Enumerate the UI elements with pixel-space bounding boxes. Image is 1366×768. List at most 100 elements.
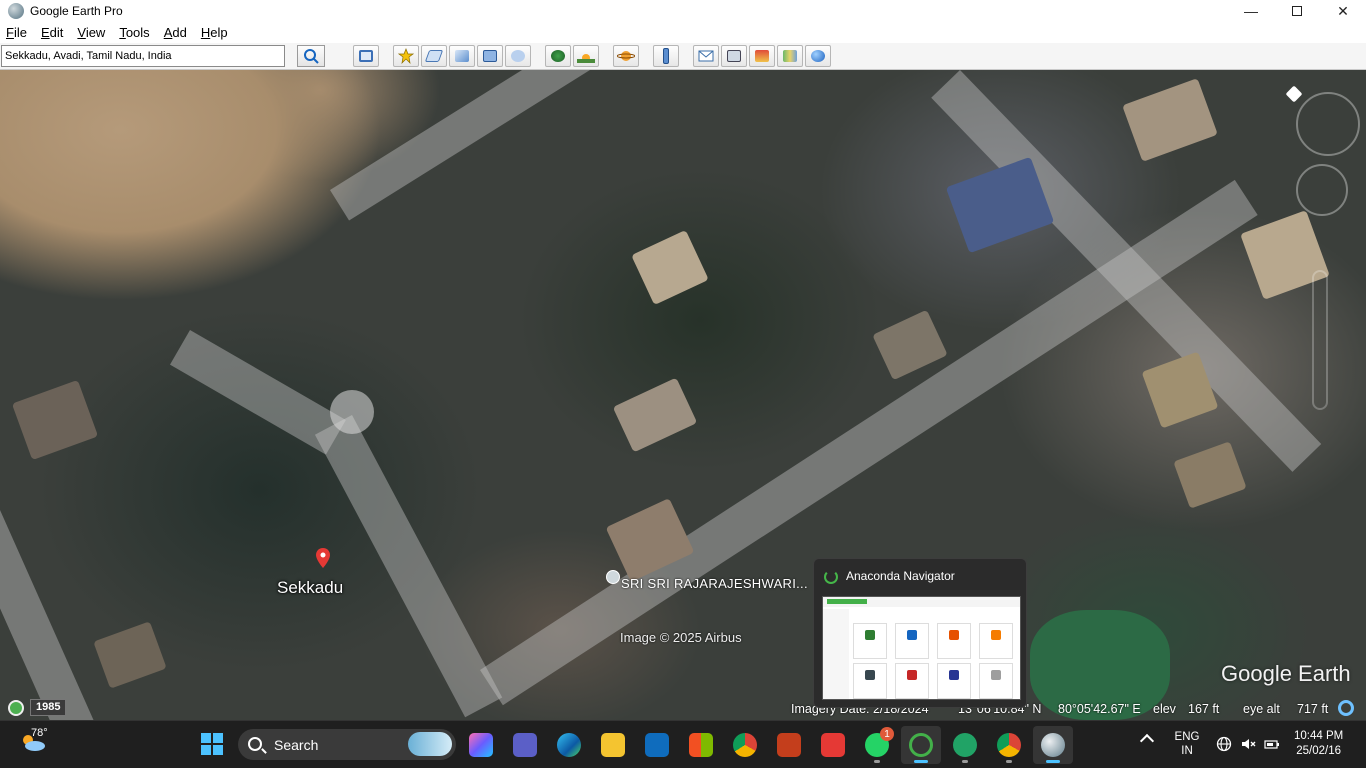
toggle-sidebar-button[interactable]	[353, 45, 379, 67]
whatsapp-notification-badge: 1	[880, 727, 894, 741]
printer-icon	[727, 50, 741, 62]
taskbar-file-explorer[interactable]	[593, 726, 633, 764]
placemark-label[interactable]: Sekkadu	[277, 578, 343, 598]
menu-help[interactable]: Help	[201, 25, 228, 40]
sunlight-button[interactable]	[573, 45, 599, 67]
road	[330, 70, 892, 221]
powerpoint-icon	[777, 733, 801, 757]
thumbnail-app-card	[895, 623, 929, 659]
record-tour-button[interactable]	[505, 45, 531, 67]
taskbar-store[interactable]	[681, 726, 721, 764]
taskbar-copilot[interactable]	[461, 726, 501, 764]
planet-icon	[617, 51, 635, 61]
add-placemark-button[interactable]	[393, 45, 419, 67]
running-indicator	[874, 760, 880, 763]
anaconda-logo	[827, 599, 867, 604]
navigation-compass[interactable]	[1296, 92, 1360, 156]
road	[314, 415, 503, 718]
wps-office-icon	[821, 733, 845, 757]
search-button[interactable]	[297, 45, 325, 67]
ruler-button[interactable]	[653, 45, 679, 67]
polygon-icon	[424, 50, 444, 62]
eye-alt-value: 717 ft	[1297, 702, 1329, 716]
building	[1173, 441, 1247, 509]
thumbnail-app-card	[853, 663, 887, 699]
clock-date: 25/02/16	[1296, 745, 1341, 757]
building	[872, 309, 948, 381]
poi-temple-icon[interactable]	[606, 570, 620, 584]
menu-add[interactable]: Add	[164, 25, 187, 40]
network-globe-icon[interactable]	[1216, 736, 1232, 752]
save-image-button[interactable]	[749, 45, 775, 67]
taskbar-powerpoint[interactable]	[769, 726, 809, 764]
view-in-maps-button[interactable]	[777, 45, 803, 67]
sun-icon	[577, 54, 595, 63]
earth-view-button[interactable]	[805, 45, 831, 67]
streaming-globe-icon	[1338, 700, 1354, 716]
window-title: Google Earth Pro	[30, 4, 123, 18]
google-earth-logo: Google Earth	[1221, 661, 1351, 686]
map-view[interactable]: Sekkadu SRI SRI RAJARAJESHWARI... Image …	[0, 70, 1366, 720]
language-indicator[interactable]: ENG IN	[1174, 730, 1200, 758]
taskbar-chrome[interactable]	[725, 726, 765, 764]
menu-file[interactable]: File	[6, 25, 27, 40]
taskbar-teams[interactable]	[505, 726, 545, 764]
north-arrow-icon[interactable]	[1285, 85, 1303, 103]
chrome-profile-icon	[997, 733, 1021, 757]
print-button[interactable]	[721, 45, 747, 67]
maximize-button[interactable]	[1274, 0, 1320, 22]
preview-title: Anaconda Navigator	[846, 569, 955, 583]
email-button[interactable]	[693, 45, 719, 67]
taskbar-edge[interactable]	[549, 726, 589, 764]
poi-label[interactable]: SRI SRI RAJARAJESHWARI...	[621, 576, 808, 591]
add-polygon-button[interactable]	[421, 45, 447, 67]
sidebar-icon	[359, 50, 373, 62]
taskbar-anaconda[interactable]	[901, 726, 941, 764]
switch-planet-button[interactable]	[613, 45, 639, 67]
imagery-copyright: Image © 2025 Airbus	[620, 630, 742, 645]
weather-temperature[interactable]: 78°	[31, 727, 48, 739]
active-indicator	[914, 760, 928, 763]
thumbnail-sidebar	[823, 609, 849, 699]
preview-thumbnail[interactable]	[822, 596, 1021, 700]
thumbnail-app-card	[937, 663, 971, 699]
add-image-overlay-button[interactable]	[477, 45, 503, 67]
historical-imagery-button[interactable]	[545, 45, 571, 67]
maps-icon	[783, 50, 797, 62]
thumbnail-app-card	[895, 663, 929, 699]
look-joystick[interactable]	[1296, 164, 1348, 216]
ruler-icon	[663, 48, 669, 64]
save-image-icon	[755, 50, 769, 62]
taskbar-google-earth[interactable]	[1033, 726, 1073, 764]
building	[1122, 78, 1218, 162]
minimize-button[interactable]: —	[1228, 0, 1274, 22]
menu-bar: File Edit View Tools Add Help	[0, 22, 1366, 43]
start-button[interactable]	[201, 733, 223, 755]
anaconda-preview-popup[interactable]: Anaconda Navigator	[813, 558, 1027, 708]
maximize-icon	[1292, 6, 1302, 16]
system-clock[interactable]: 10:44 PM 25/02/16	[1294, 729, 1343, 759]
search-input[interactable]	[1, 45, 285, 67]
add-path-button[interactable]	[449, 45, 475, 67]
taskbar-chrome-profile[interactable]	[989, 726, 1029, 764]
menu-tools[interactable]: Tools	[119, 25, 149, 40]
taskbar-outlook[interactable]	[637, 726, 677, 764]
zoom-slider[interactable]	[1312, 270, 1328, 410]
image-overlay-icon	[483, 50, 497, 62]
taskbar-greenapp[interactable]	[945, 726, 985, 764]
menu-view[interactable]: View	[77, 25, 105, 40]
taskbar-wps[interactable]	[813, 726, 853, 764]
status-bar: Imagery Date: 2/18/2024 13°06'10.84" N 8…	[0, 699, 1366, 720]
earth-globe-icon	[811, 50, 825, 62]
record-tour-icon	[511, 50, 525, 62]
running-indicator	[1006, 760, 1012, 763]
clock-time: 10:44 PM	[1294, 730, 1344, 742]
close-button[interactable]: ✕	[1320, 0, 1366, 22]
placemark-pin-icon[interactable]	[316, 548, 330, 568]
road	[0, 510, 106, 720]
menu-edit[interactable]: Edit	[41, 25, 63, 40]
taskbar-search[interactable]: Search	[238, 729, 456, 760]
speaker-muted-icon[interactable]	[1240, 736, 1256, 752]
anaconda-spinner-icon	[824, 570, 838, 584]
battery-icon[interactable]	[1264, 736, 1280, 752]
